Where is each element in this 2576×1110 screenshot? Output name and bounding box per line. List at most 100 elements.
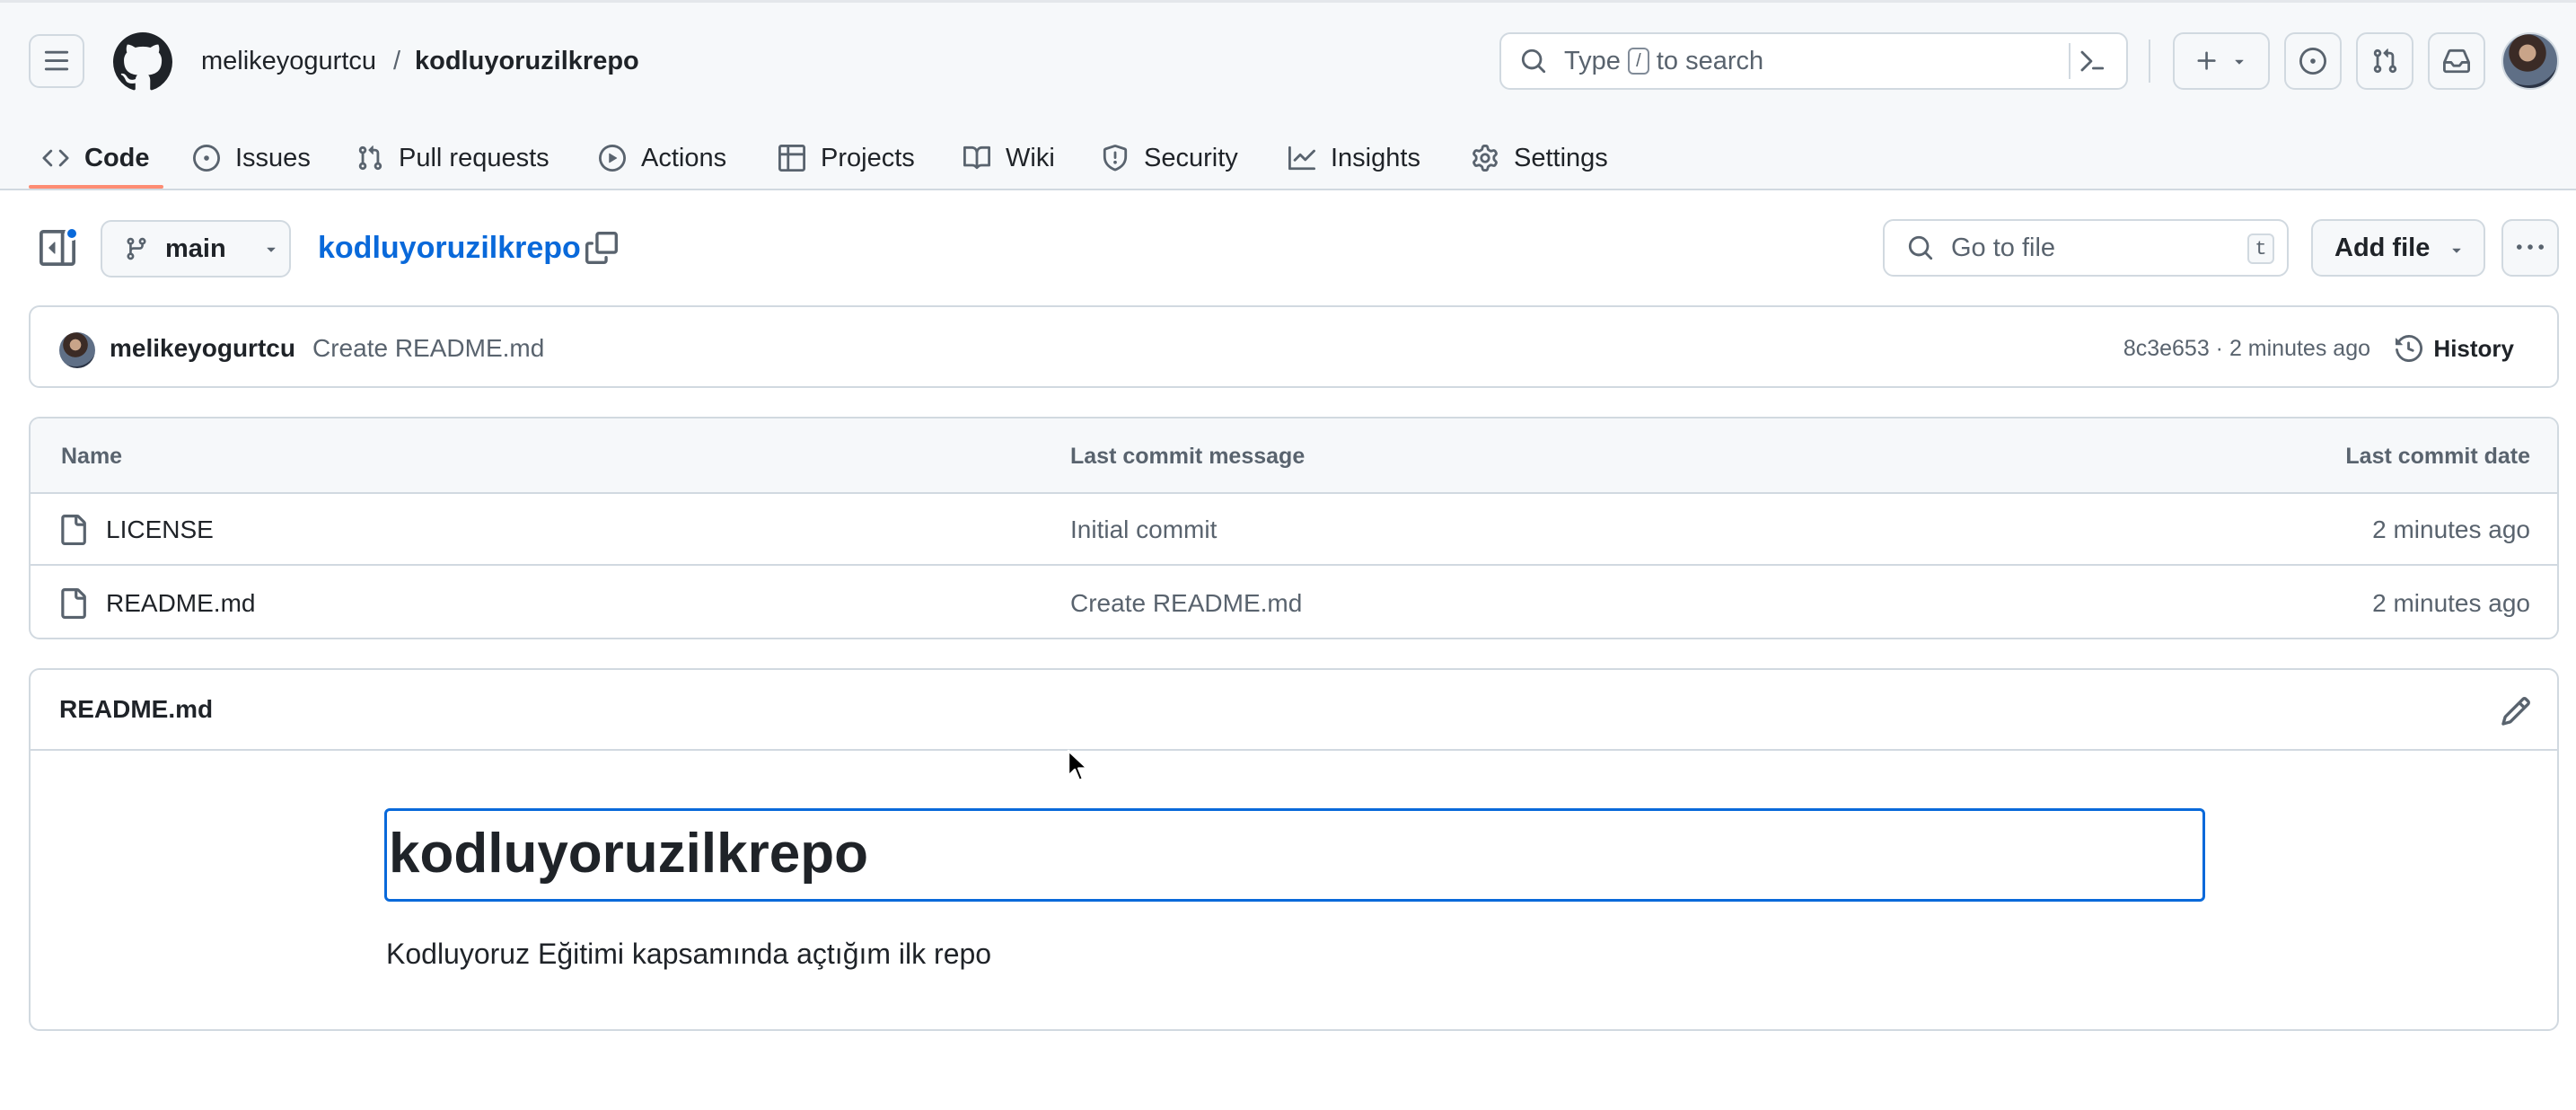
file-tree-toggle[interactable] [40,226,79,266]
issue-opened-icon [2299,48,2326,75]
breadcrumb-repo[interactable]: kodluyoruzilkrepo [415,43,639,79]
chevron-down-icon [2452,248,2461,253]
column-header-name: Name [61,444,123,469]
branch-name: main [165,233,226,263]
search-prefix: Type [1564,46,1621,75]
search-shortcut-key: / [1627,48,1649,75]
gear-icon [1471,144,1499,172]
tab-wiki[interactable]: Wiki [963,126,1055,190]
tab-insights[interactable]: Insights [1288,126,1420,190]
command-palette-button[interactable] [2069,43,2114,79]
history-button[interactable]: History [2396,329,2514,368]
code-icon [41,144,70,172]
notification-dot [65,226,79,241]
active-tab-indicator [29,185,163,189]
file-name-link[interactable]: LICENSE [106,512,214,548]
readme-paragraph: Kodluyoruz Eğitimi kapsamında açtığım il… [386,938,992,970]
menu-icon [44,50,69,71]
branch-selector[interactable]: main [101,220,291,278]
more-options-button[interactable] [2501,219,2559,277]
notifications-button[interactable] [2428,32,2485,90]
menu-button[interactable] [29,34,84,88]
file-table: Name Last commit message Last commit dat… [29,417,2559,639]
git-branch-icon [127,237,146,260]
tab-security[interactable]: Security [1101,126,1238,190]
file-commit-date: 2 minutes ago [2372,515,2530,543]
readme-heading: kodluyoruzilkrepo [389,823,868,885]
latest-commit-bar: melikeyogurtcu Create README.md 8c3e653 … [29,305,2559,388]
book-icon [963,144,991,172]
add-file-button[interactable]: Add file [2311,219,2485,277]
table-row[interactable]: LICENSE Initial commit 2 minutes ago [31,494,2557,566]
copy-icon[interactable] [585,232,618,264]
commit-hash-time[interactable]: 8c3e653 · 2 minutes ago [2123,332,2370,365]
tab-label: Insights [1331,143,1420,172]
chevron-down-icon [2235,59,2244,65]
play-icon [598,144,627,172]
readme-filename[interactable]: README.md [59,692,213,727]
tab-pull-requests[interactable]: Pull requests [356,126,549,190]
breadcrumb-owner[interactable]: melikeyogurtcu [201,43,376,79]
kebab-horizontal-icon [2517,244,2544,250]
tab-issues[interactable]: Issues [192,126,311,190]
readme-panel: README.md kodluyoruzilkrepo Kodluyoruz E… [29,668,2559,1031]
search-input[interactable]: Type / to search [1499,32,2128,90]
shield-icon [1101,144,1130,172]
user-avatar[interactable] [2501,32,2559,90]
column-header-date: Last commit date [2345,444,2530,469]
commit-message[interactable]: Create README.md [312,330,544,366]
header-divider [2149,40,2150,83]
breadcrumb-separator: / [393,47,401,75]
create-new-button[interactable] [2173,32,2270,90]
tab-code[interactable]: Code [41,126,150,190]
file-commit-message[interactable]: Initial commit [1070,512,1217,548]
file-name-link[interactable]: README.md [106,586,255,621]
github-logo[interactable] [113,32,172,92]
table-row[interactable]: README.md Create README.md 2 minutes ago [31,568,2557,638]
commit-author[interactable]: melikeyogurtcu [110,330,295,366]
go-to-file-shortcut: t [2247,233,2274,264]
app-header: melikeyogurtcu / kodluyoruzilkrepo Type … [0,0,2576,190]
chevron-down-icon [267,247,276,252]
tab-label: Projects [821,143,915,172]
pencil-icon[interactable] [2500,695,2532,727]
repo-nav: Code Issues Pull requests Actions Projec… [0,126,2576,190]
repo-title-link[interactable]: kodluyoruzilkrepo [318,228,581,268]
search-suffix: to search [1656,46,1764,75]
tab-actions[interactable]: Actions [598,126,726,190]
plus-icon [2197,51,2216,70]
graph-icon [1288,144,1316,172]
tab-projects[interactable]: Projects [778,126,915,190]
file-icon [61,515,86,545]
tab-label: Code [84,143,150,172]
tab-label: Actions [641,143,727,172]
search-placeholder: Type / to search [1564,47,1763,76]
search-icon [1908,235,1933,260]
mouse-cursor-icon [1067,749,1089,782]
tab-settings[interactable]: Settings [1471,126,1608,190]
history-label: History [2433,334,2514,362]
pull-request-icon [2373,48,2397,74]
readme-heading-focus[interactable]: kodluyoruzilkrepo [384,808,2205,902]
add-file-label: Add file [2334,233,2431,262]
file-commit-message[interactable]: Create README.md [1070,586,1302,621]
tab-label: Security [1144,143,1238,172]
readme-header: README.md [31,670,2557,751]
file-commit-date: 2 minutes ago [2372,589,2530,617]
tab-label: Issues [235,143,311,172]
pull-request-icon [356,144,384,172]
inbox-icon [2443,48,2470,74]
top-border [0,0,2576,3]
issues-button[interactable] [2284,32,2342,90]
command-palette-icon [2080,50,2105,72]
tab-label: Settings [1514,143,1608,172]
search-icon [1516,48,1552,75]
issue-opened-icon [192,144,221,172]
column-header-message: Last commit message [1070,444,1306,469]
commit-author-avatar[interactable] [59,332,95,368]
history-icon [2396,335,2423,362]
tab-label: Pull requests [399,143,549,172]
table-icon [778,144,806,172]
go-to-file-input[interactable]: Go to file t [1883,219,2289,277]
pull-requests-button[interactable] [2356,32,2413,90]
